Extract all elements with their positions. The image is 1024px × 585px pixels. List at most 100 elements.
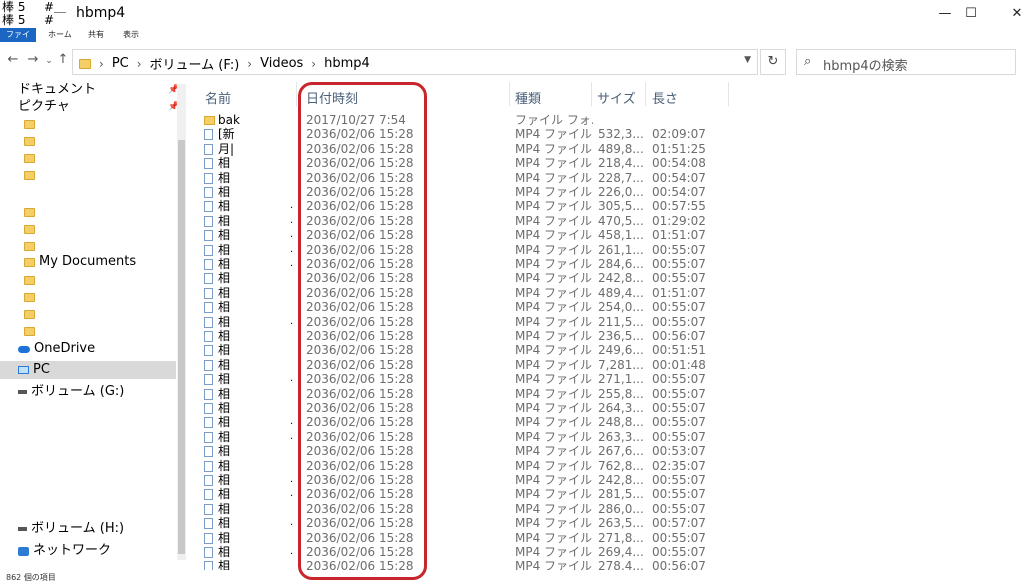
file-length: 00:56:07 [652, 559, 706, 570]
file-size: 762,8... [598, 458, 644, 473]
file-length: 00:57:07 [652, 516, 706, 531]
chevron-right-icon[interactable]: › [137, 57, 142, 71]
refresh-icon: ↻ [767, 54, 779, 69]
name-fragment: . [290, 430, 294, 442]
nav-item-folder[interactable] [24, 221, 35, 237]
column-divider[interactable] [509, 82, 510, 106]
file-type: MP4 ファイル [515, 401, 593, 415]
column-header-size[interactable]: サイズ [597, 88, 636, 107]
file-type: MP4 ファイル [515, 314, 593, 329]
up-arrow-icon[interactable]: ↑ [54, 52, 72, 67]
nav-item-volume-h[interactable]: ボリューム (H:) [18, 521, 124, 537]
back-arrow-icon[interactable]: ← [4, 52, 22, 67]
name-fragment: . [290, 229, 294, 241]
chevron-right-icon[interactable]: › [311, 57, 316, 71]
file-name: 月| [218, 141, 235, 156]
folder-icon [24, 224, 35, 234]
nav-item-folder[interactable] [24, 323, 35, 339]
search-input[interactable]: hbmp4の検索 [823, 55, 908, 74]
file-length: 00:55:07 [652, 300, 706, 315]
file-length: 01:51:25 [652, 141, 706, 156]
file-size: 242,8... [598, 473, 644, 487]
file-type: MP4 ファイル [515, 444, 593, 459]
file-name: 相 [218, 501, 231, 516]
qa-hash-1[interactable]: #＿ [44, 1, 74, 13]
sidebar-item-label: ボリューム (H:) [31, 521, 125, 536]
breadcrumb-pc[interactable]: PC [112, 56, 129, 71]
nav-item-pc[interactable]: PC [18, 362, 50, 378]
name-fragment: . [290, 517, 294, 529]
column-divider[interactable] [296, 82, 297, 106]
file-length: 01:29:02 [652, 213, 706, 228]
qa-hash-2[interactable]: # [44, 14, 74, 26]
nav-item-onedrive[interactable]: OneDrive [18, 341, 95, 357]
tab-share[interactable]: 共有 [82, 28, 110, 42]
file-type: MP4 ファイル [515, 343, 593, 358]
file-name: bak [218, 113, 240, 127]
nav-item-folder[interactable] [24, 204, 35, 220]
nav-item-folder[interactable] [24, 167, 35, 183]
video-file-icon [204, 129, 213, 141]
file-length: 00:55:07 [652, 314, 706, 329]
navigation-pane: ドキュメント 📌 ピクチャ 📌 My Documents OneDrive PC… [0, 80, 190, 570]
name-fragment: . [290, 488, 294, 500]
file-type: MP4 ファイル [515, 199, 593, 214]
video-file-icon [204, 359, 213, 371]
tab-view[interactable]: 表示 [117, 28, 145, 42]
chevron-down-icon[interactable]: ▼ [744, 55, 751, 65]
nav-item-folder[interactable] [24, 306, 35, 322]
nav-item-folder[interactable] [24, 272, 35, 288]
column-header-type[interactable]: 種類 [515, 88, 541, 107]
file-name: 相 [218, 199, 231, 214]
tab-home[interactable]: ホーム [42, 28, 78, 42]
address-bar[interactable]: › PC › ボリューム (F:) › Videos › hbmp4 ▼ [72, 49, 758, 75]
file-length: 02:09:07 [652, 127, 706, 142]
column-header-length[interactable]: 長さ [652, 88, 678, 107]
nav-item-pictures[interactable]: ピクチャ [18, 99, 70, 115]
maximize-icon[interactable]: ☐ [948, 0, 994, 28]
file-name: 相 [218, 170, 231, 185]
drive-icon [18, 527, 27, 531]
file-name: 相 [218, 415, 231, 430]
chevron-right-icon[interactable]: › [247, 57, 252, 71]
column-divider[interactable] [645, 82, 646, 106]
file-name: [新 [218, 127, 235, 142]
nav-item-folder[interactable] [24, 150, 35, 166]
name-fragment: . [290, 214, 294, 226]
column-divider[interactable] [728, 82, 729, 106]
folder-icon [204, 116, 215, 125]
file-length: 00:55:07 [652, 530, 706, 545]
nav-item-folder[interactable] [24, 116, 35, 132]
close-icon[interactable]: ✕ [994, 0, 1024, 28]
nav-item-network[interactable]: ネットワーク [18, 543, 111, 559]
file-size: 532,3... [598, 127, 644, 142]
search-box[interactable]: ⌕ hbmp4の検索 [796, 49, 1016, 75]
file-type: MP4 ファイル [515, 170, 593, 185]
column-divider[interactable] [591, 82, 592, 106]
file-length: 00:53:07 [652, 444, 706, 459]
nav-item-folder[interactable] [24, 238, 35, 254]
file-type: MP4 ファイル [515, 429, 593, 444]
breadcrumb-volume[interactable]: ボリューム (F:) [150, 54, 240, 73]
nav-item-my-documents[interactable]: My Documents [24, 254, 136, 270]
video-file-icon [204, 475, 213, 486]
video-file-icon [204, 503, 213, 515]
refresh-button[interactable]: ↻ [760, 49, 786, 75]
nav-item-documents[interactable]: ドキュメント [18, 82, 96, 98]
video-file-icon [204, 158, 213, 170]
folder-icon [24, 170, 35, 180]
video-file-icon [204, 172, 213, 184]
nav-item-folder[interactable] [24, 133, 35, 149]
file-length: 00:54:08 [652, 156, 706, 171]
breadcrumb-videos[interactable]: Videos [260, 56, 303, 71]
breadcrumb-hbmp4[interactable]: hbmp4 [324, 56, 370, 71]
column-header-name[interactable]: 名前 [205, 88, 231, 107]
video-file-icon [204, 431, 213, 443]
video-file-icon [204, 547, 213, 558]
sidebar-scrollbar-thumb[interactable] [178, 140, 185, 554]
file-length: 00:55:07 [652, 401, 706, 415]
tab-file[interactable]: ファイル [0, 28, 36, 53]
nav-item-volume-g[interactable]: ボリューム (G:) [18, 384, 124, 400]
file-name: 相 [218, 530, 231, 545]
nav-item-folder[interactable] [24, 289, 35, 305]
